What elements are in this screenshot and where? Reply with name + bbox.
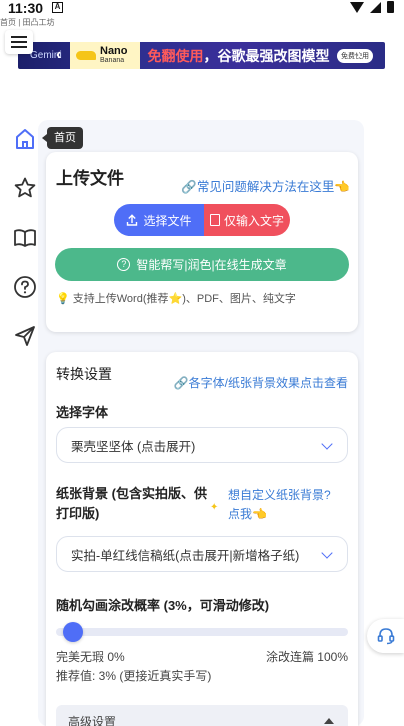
- send-icon[interactable]: [13, 324, 37, 348]
- ai-write-label: 智能帮写|润色|在线生成文章: [136, 258, 287, 272]
- faq-link[interactable]: 🔗常见问题解决方法在这里👈: [181, 176, 350, 195]
- headset-icon: [377, 628, 394, 645]
- document-icon: [209, 214, 220, 226]
- banner-left-brand: Gemini: [30, 50, 62, 61]
- hamburger-line: [11, 41, 27, 43]
- slider-recommend-text: 推荐值: 3% (更接近真实手写): [56, 669, 212, 683]
- ad-banner[interactable]: Gemini Nano Banana 免翻使用，谷歌最强改图模型 免费使用 ‹ …: [18, 42, 385, 69]
- menu-button[interactable]: [5, 30, 33, 54]
- font-label: 选择字体: [56, 405, 109, 420]
- upload-card: 上传文件 🔗常见问题解决方法在这里👈 选择文件 仅输入文字 ? 智能帮写|润色|…: [46, 152, 358, 332]
- paper-label: 纸张背景 (包含实拍版、供打印版): [56, 486, 207, 521]
- status-icons: [350, 1, 394, 13]
- ai-write-button[interactable]: ? 智能帮写|润色|在线生成文章: [55, 248, 349, 281]
- slider-label: 随机勾画涂改概率 (3%，可滑动修改): [56, 598, 270, 613]
- banner-headline-red: 免翻使用: [147, 47, 204, 64]
- banner-nano-line2: Banana: [100, 57, 125, 64]
- banner-cta-button[interactable]: 免费使用: [337, 48, 373, 63]
- slider-min-label: 完美无瑕 0%: [56, 650, 125, 664]
- banner-headline-white: ，谷歌最强改图模型: [203, 47, 330, 64]
- upload-title: 上传文件: [56, 169, 124, 188]
- scribble-probability-slider-track[interactable]: [56, 628, 348, 636]
- app-notification-icon: A: [52, 2, 63, 13]
- status-time: 11:30: [8, 0, 44, 16]
- banner-prev-arrow-icon[interactable]: ‹: [56, 46, 61, 64]
- chevron-down-icon: [321, 438, 333, 450]
- chevron-up-icon: [324, 718, 334, 724]
- custom-paper-link[interactable]: 想自定义纸张背景?点我👈: [210, 486, 335, 524]
- settings-card: 转换设置 🔗各字体/纸张背景效果点击查看 选择字体 栗壳坚坚体 (点击展开) 纸…: [46, 352, 358, 726]
- banner-headline: 免翻使用，谷歌最强改图模型: [140, 46, 337, 66]
- home-tooltip: 首页: [42, 127, 83, 149]
- status-bar: 11:30 A: [0, 0, 404, 18]
- hamburger-line: [11, 36, 27, 38]
- upload-button-group: 选择文件 仅输入文字: [114, 204, 290, 236]
- font-select[interactable]: 栗壳坚坚体 (点击展开): [56, 427, 348, 463]
- select-file-button[interactable]: 选择文件: [114, 204, 204, 236]
- book-icon[interactable]: [13, 226, 37, 250]
- select-file-label: 选择文件: [143, 213, 192, 228]
- advanced-settings-toggle[interactable]: 高级设置: [56, 705, 348, 726]
- settings-title: 转换设置: [56, 366, 112, 382]
- advanced-settings-label: 高级设置: [68, 715, 117, 726]
- page-tab-title: 首页 | 田凸工坊: [0, 18, 55, 27]
- paper-select[interactable]: 实拍-单红线信稿纸(点击展开|新增格子纸): [56, 536, 348, 572]
- hamburger-line: [11, 46, 27, 48]
- banner-next-arrow-icon[interactable]: ›: [356, 46, 361, 64]
- font-select-value: 栗壳坚坚体 (点击展开): [71, 439, 196, 454]
- star-icon[interactable]: [13, 176, 37, 200]
- scribble-probability-slider-thumb[interactable]: [63, 622, 83, 642]
- battery-icon: [387, 1, 394, 13]
- signal-icon: [370, 1, 381, 13]
- paper-select-value: 实拍-单红线信稿纸(点击展开|新增格子纸): [71, 548, 300, 563]
- effects-preview-link[interactable]: 🔗各字体/纸张背景效果点击查看: [174, 374, 348, 391]
- banner-nano-badge: Nano Banana: [70, 42, 140, 69]
- supported-formats-text: 💡 支持上传Word(推荐⭐)、PDF、图片、纯文字: [56, 293, 296, 305]
- slider-max-label: 涂改连篇 100%: [265, 650, 348, 664]
- text-only-button[interactable]: 仅输入文字: [204, 204, 290, 236]
- help-circle-icon: ?: [117, 258, 131, 271]
- wifi-icon: [350, 1, 364, 13]
- banner-nano-line1: Nano: [100, 45, 128, 57]
- text-only-label: 仅输入文字: [223, 213, 284, 228]
- banana-icon: [76, 51, 96, 60]
- home-icon[interactable]: [13, 127, 37, 151]
- chevron-down-icon: [321, 547, 333, 559]
- upload-icon: [127, 214, 138, 226]
- help-icon[interactable]: [13, 275, 37, 299]
- customer-support-button[interactable]: [367, 619, 404, 653]
